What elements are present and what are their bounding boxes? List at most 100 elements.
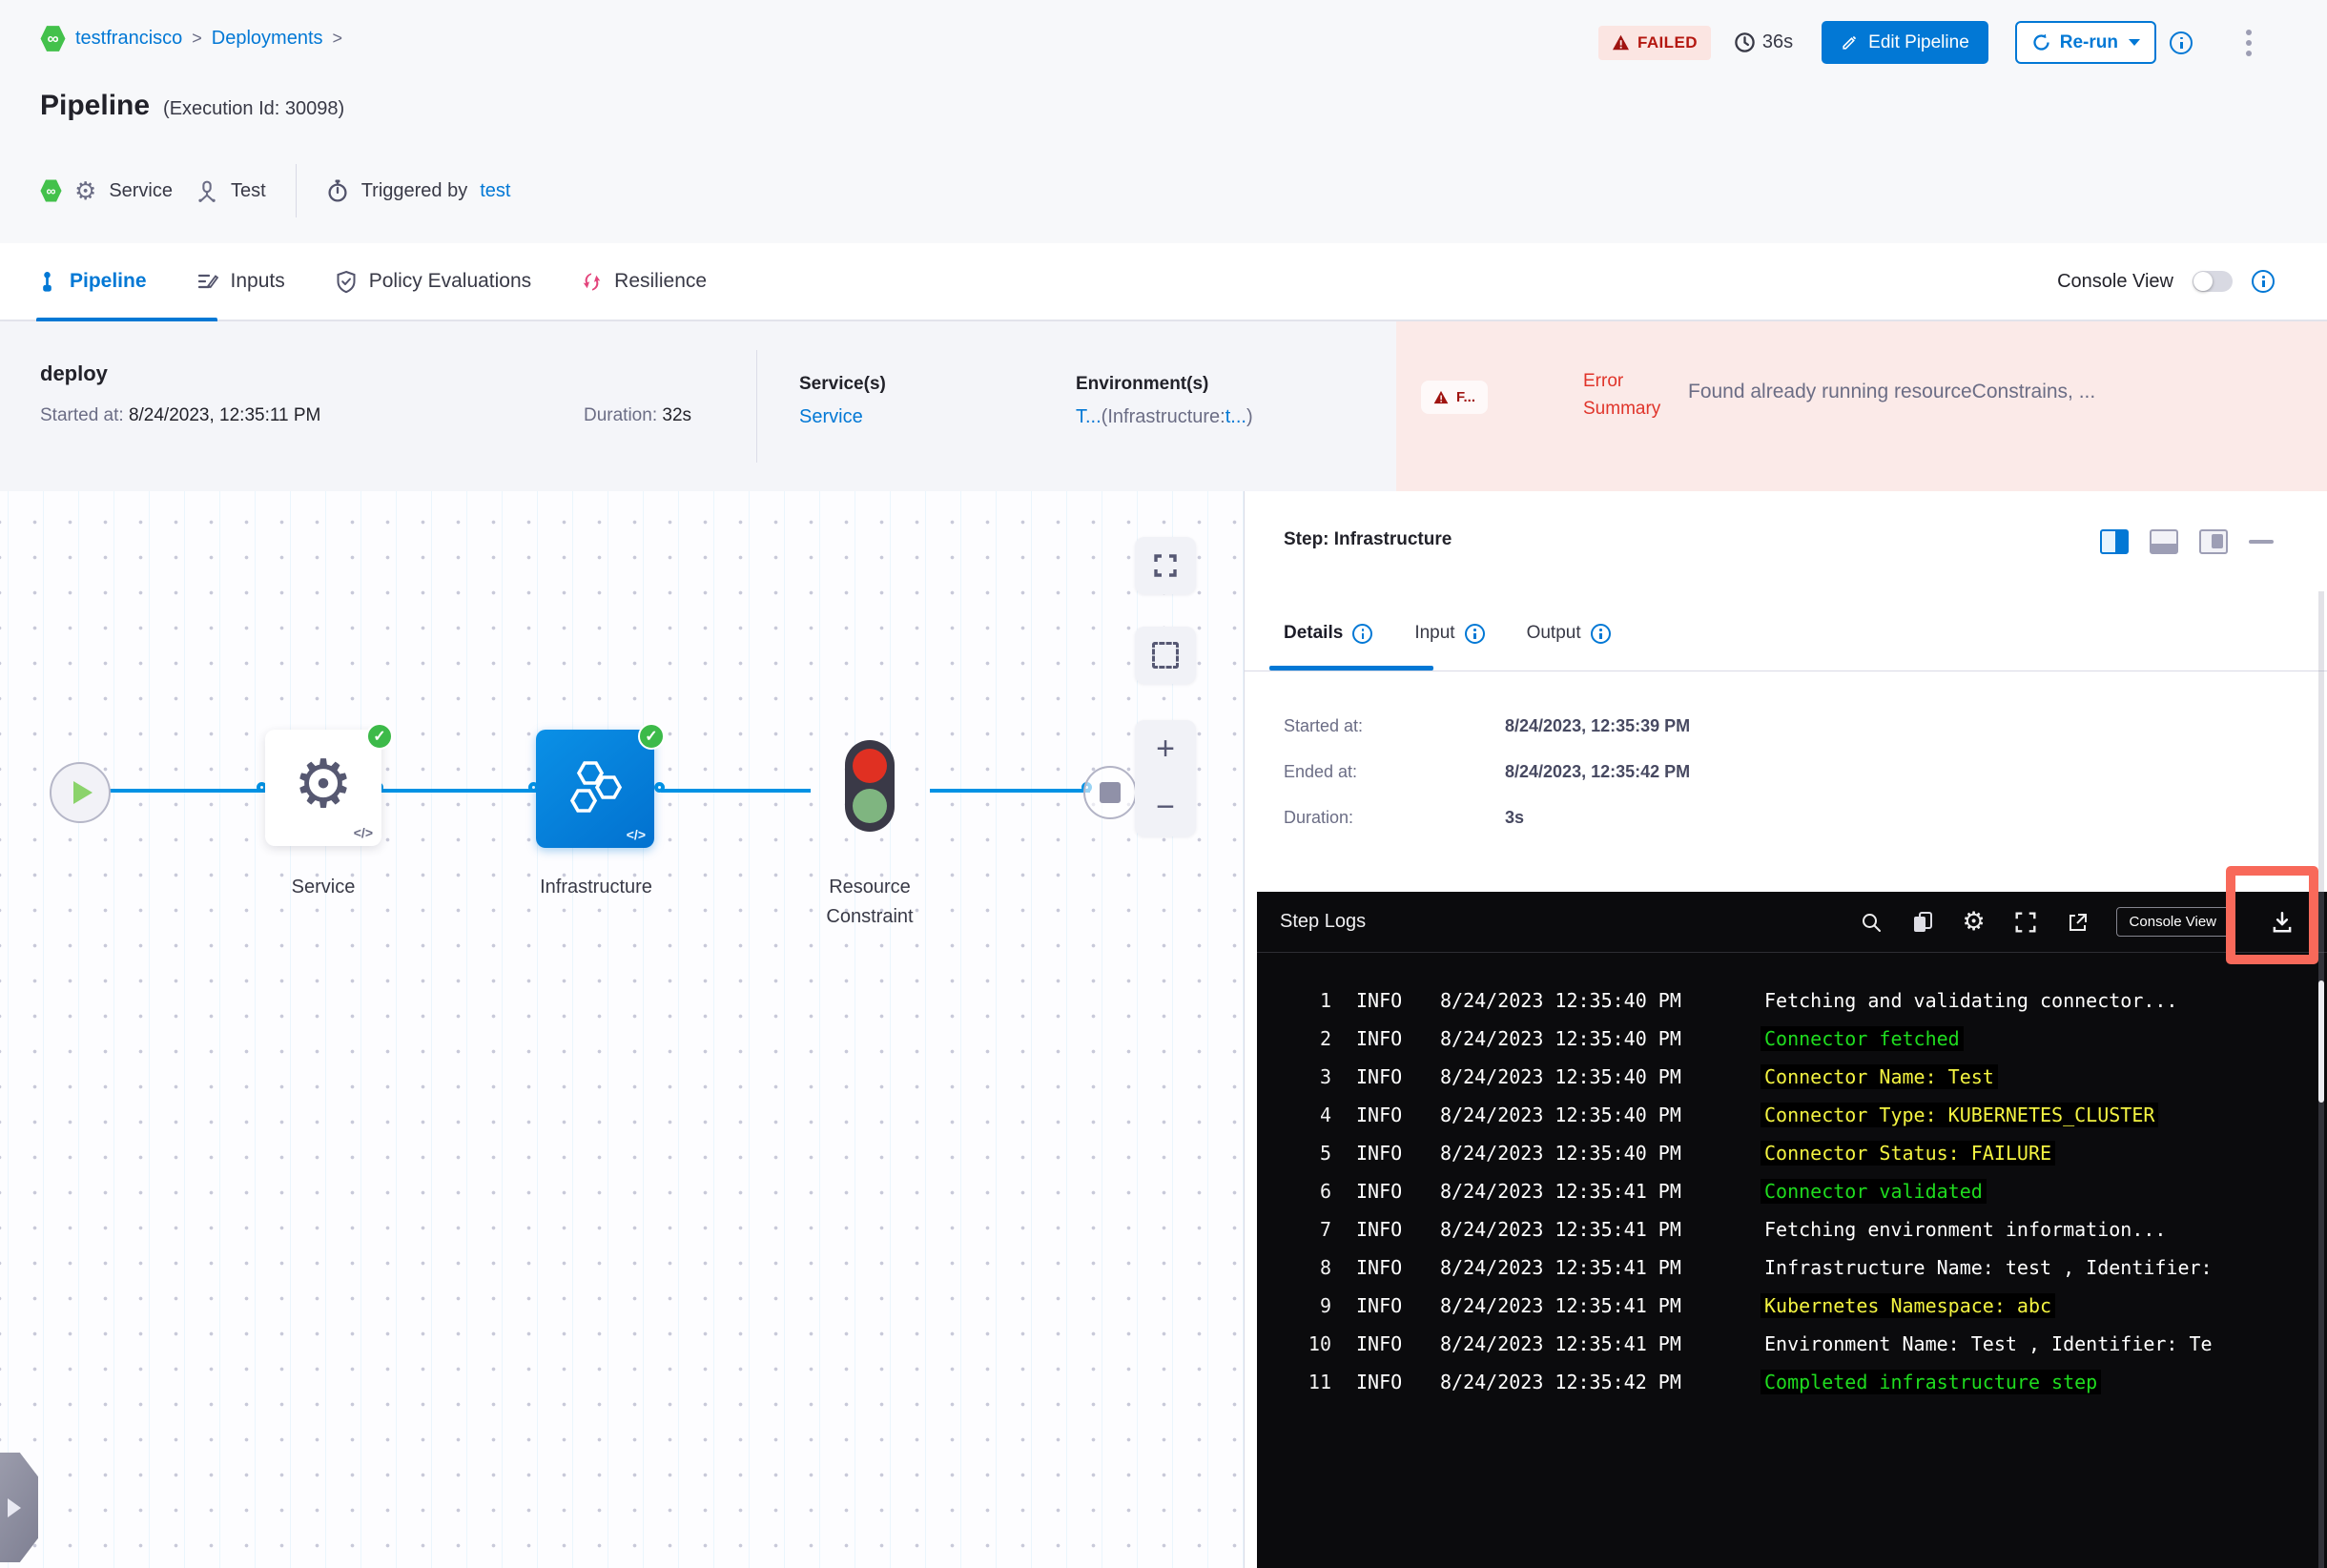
stopwatch-icon (328, 179, 347, 202)
rerun-info-icon[interactable] (2170, 31, 2193, 54)
error-summary-label: Error Summary (1583, 371, 1661, 420)
divider (756, 350, 757, 463)
step-detail-panel: Step: Infrastructure Details Input Outpu… (1244, 491, 2327, 1568)
log-line-number: 1 (1319, 989, 1331, 1012)
start-node[interactable] (50, 762, 111, 823)
log-line-number: 7 (1319, 1218, 1331, 1241)
node-resource-constraint[interactable] (845, 740, 895, 832)
canvas-fit-view-button[interactable] (1135, 537, 1196, 594)
log-message: Environment Name: Test , Identifier: Te (1764, 1332, 2213, 1355)
pipeline-canvas[interactable]: Service Infrastructure Resource Constrai… (0, 491, 1244, 1568)
layout-float-view-button[interactable] (2199, 529, 2228, 554)
warning-icon (1613, 34, 1630, 51)
search-logs-button[interactable] (1859, 910, 1884, 935)
breadcrumb-separator: > (192, 29, 202, 48)
external-link-icon (2069, 913, 2087, 931)
rerun-button[interactable]: Re-run (2014, 21, 2156, 64)
tab-input-label: Input (1414, 623, 1455, 643)
environment-name[interactable]: Test (231, 180, 266, 202)
edge-infra-constraint (661, 789, 811, 793)
expand-left-panel-handle[interactable] (0, 1453, 38, 1562)
log-level: INFO (1356, 1332, 1403, 1355)
log-message: Connector validated (1761, 1179, 1987, 1204)
end-node[interactable] (1083, 766, 1137, 819)
tab-details[interactable]: Details (1284, 623, 1373, 644)
tab-policy-evaluations[interactable]: Policy Evaluations (335, 270, 531, 294)
step-logs-title: Step Logs (1280, 911, 1367, 932)
log-line: 3 INFO 8/24/2023 12:35:40 PM Connector Name… (1278, 1058, 2327, 1096)
log-timestamp: 8/24/2023 12:35:41 PM (1440, 1256, 1681, 1279)
service-icon (74, 178, 96, 204)
breadcrumb-separator: > (332, 29, 343, 48)
log-level: INFO (1356, 1371, 1403, 1393)
canvas-select-button[interactable] (1135, 627, 1196, 684)
services-value[interactable]: Service (799, 406, 886, 428)
stage-name[interactable]: deploy (40, 361, 108, 386)
tab-inputs[interactable]: Inputs (196, 270, 285, 293)
more-options-button[interactable] (2242, 26, 2255, 60)
rerun-label: Re-run (2059, 31, 2118, 52)
log-level: INFO (1356, 989, 1403, 1012)
console-view-info-icon[interactable] (2252, 270, 2275, 293)
log-lines[interactable]: 1 INFO 8/24/2023 12:35:40 PM Fetching and v… (1257, 953, 2327, 1401)
success-check-icon (638, 723, 665, 750)
tab-input[interactable]: Input (1414, 623, 1485, 644)
tab-details-label: Details (1284, 623, 1344, 643)
copy-icon (1913, 911, 1932, 932)
node-infrastructure[interactable] (536, 730, 654, 848)
environments-value[interactable]: T...(Infrastructure:t...) (1076, 406, 1253, 428)
traffic-light-green (853, 789, 887, 823)
edge-constraint-end (930, 789, 1090, 793)
shield-check-icon (337, 270, 356, 293)
gear-icon (294, 751, 354, 817)
refresh-icon (2033, 33, 2049, 51)
breadcrumb: testfrancisco > Deployments > (40, 25, 342, 52)
log-message: Fetching environment information... (1764, 1218, 2167, 1241)
minimize-panel-button[interactable] (2249, 540, 2274, 544)
page-header: testfrancisco > Deployments > FAILED 36s… (0, 0, 2327, 243)
log-level: INFO (1356, 1256, 1403, 1279)
copy-logs-button[interactable] (1910, 910, 1935, 935)
input-info-icon[interactable] (1464, 623, 1485, 644)
elapsed-time: 36s (1734, 31, 1793, 53)
success-check-icon (366, 723, 393, 750)
log-timestamp: 8/24/2023 12:35:40 PM (1440, 989, 1681, 1012)
code-icon (627, 827, 646, 842)
edit-pipeline-button[interactable]: Edit Pipeline (1822, 21, 1988, 64)
console-view-toggle[interactable] (2193, 271, 2233, 292)
warning-icon (1433, 390, 1449, 404)
panel-scrollbar-thumb[interactable] (2318, 980, 2324, 1103)
harness-logo-icon (40, 26, 66, 52)
cd-module-icon (40, 179, 62, 202)
triggered-by-user[interactable]: test (480, 180, 510, 202)
fullscreen-logs-button[interactable] (2013, 910, 2038, 935)
layout-right-view-button[interactable] (2100, 529, 2129, 554)
tab-pipeline[interactable]: Pipeline (36, 270, 147, 293)
pipeline-meta: Service Test Triggered by test (40, 164, 511, 217)
service-name[interactable]: Service (109, 180, 173, 202)
log-settings-button[interactable] (1962, 910, 1987, 935)
log-timestamp: 8/24/2023 12:35:41 PM (1440, 1180, 1681, 1203)
infrastructure-hexagons-icon (569, 761, 623, 813)
console-view-button[interactable]: Console View (2115, 907, 2230, 937)
layout-bottom-view-button[interactable] (2150, 529, 2178, 554)
tab-resilience[interactable]: Resilience (581, 270, 707, 293)
output-info-icon[interactable] (1590, 623, 1611, 644)
tab-output[interactable]: Output (1527, 623, 1611, 644)
zoom-out-button[interactable]: − (1135, 778, 1196, 836)
step-panel-title: Step: Infrastructure (1284, 529, 1452, 549)
chevron-down-icon (2129, 39, 2140, 46)
error-status-chip: F... (1421, 381, 1489, 414)
log-timestamp: 8/24/2023 12:35:41 PM (1440, 1294, 1681, 1317)
breadcrumb-deployments[interactable]: Deployments (212, 28, 323, 50)
zoom-in-button[interactable]: + (1135, 720, 1196, 778)
page-title: Pipeline (40, 90, 151, 121)
download-logs-button[interactable] (2256, 910, 2308, 935)
open-in-new-tab-button[interactable] (2065, 910, 2090, 935)
node-service[interactable] (265, 730, 381, 846)
breadcrumb-project[interactable]: testfrancisco (75, 28, 182, 50)
tab-pipeline-label: Pipeline (70, 270, 147, 292)
details-info-icon[interactable] (1352, 623, 1373, 644)
fullscreen-icon (2015, 912, 2036, 932)
tab-policy-label: Policy Evaluations (368, 270, 532, 292)
